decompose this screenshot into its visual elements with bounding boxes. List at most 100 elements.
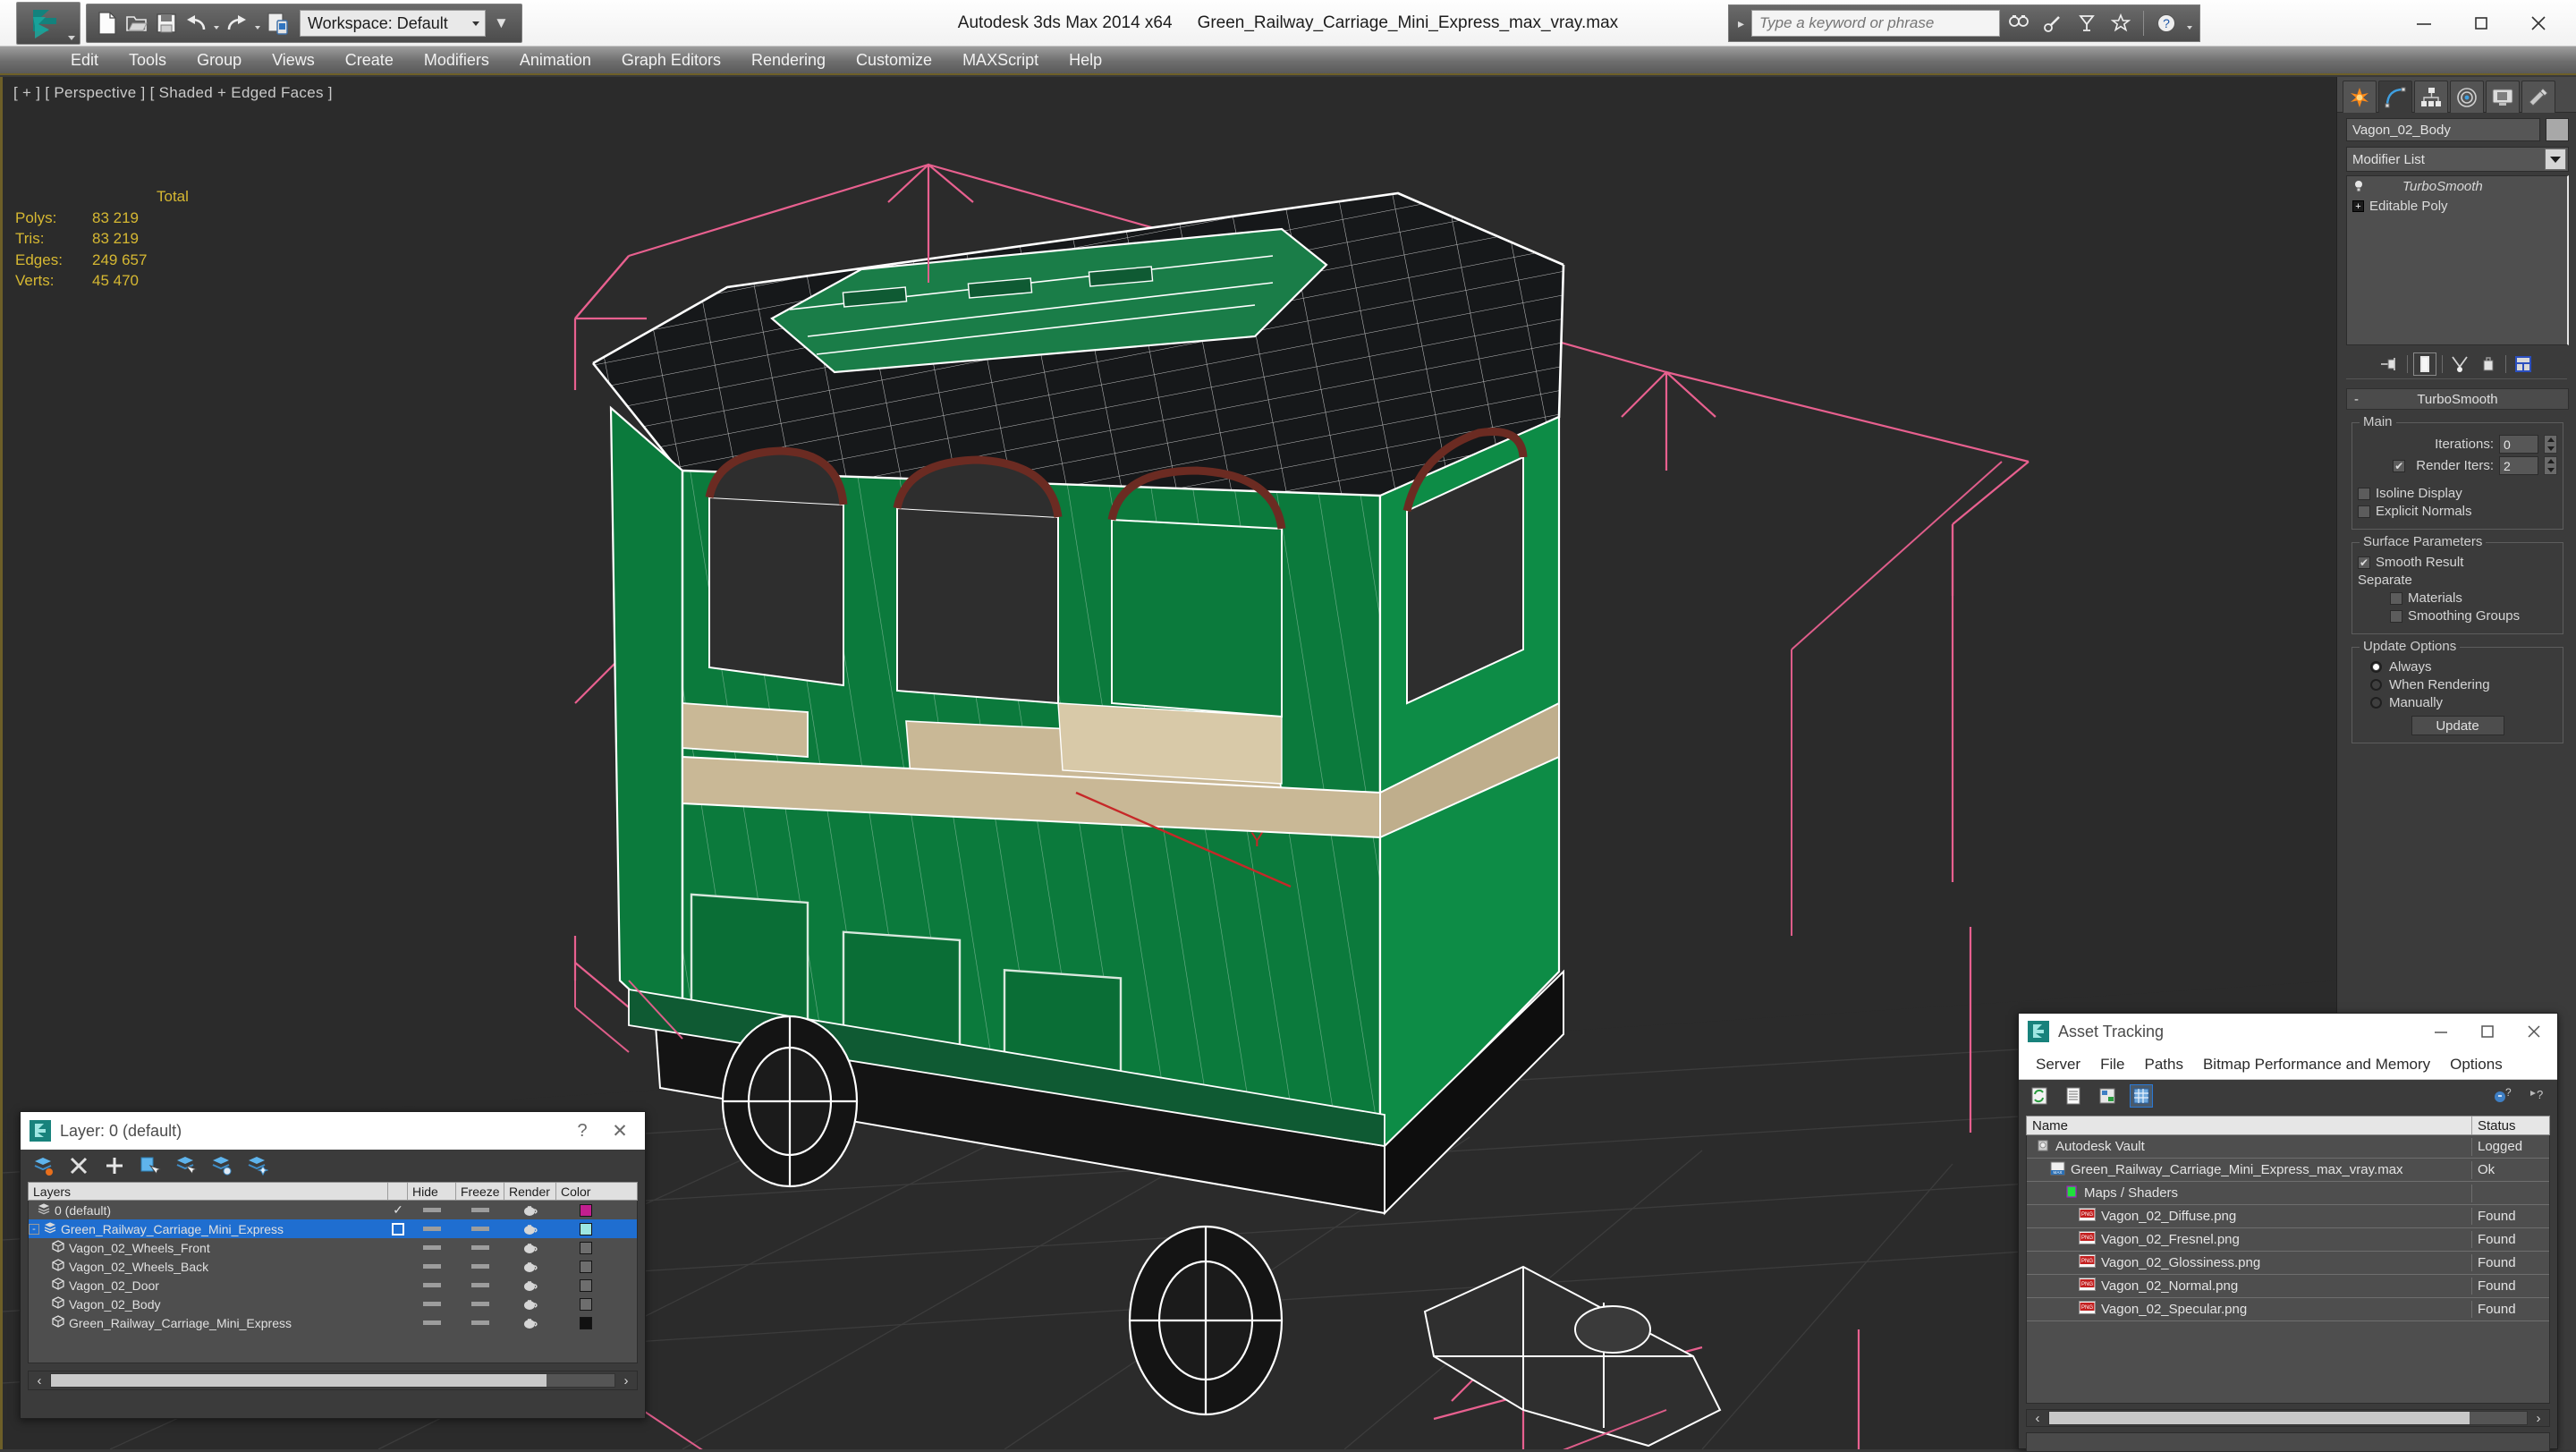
column-header-name[interactable]: Name xyxy=(2027,1117,2472,1134)
table-row[interactable]: Vagon_02_Body xyxy=(29,1295,637,1313)
asset-menu-server[interactable]: Server xyxy=(2026,1056,2090,1074)
lightbulb-icon[interactable] xyxy=(2352,179,2365,193)
column-header-render[interactable]: Render xyxy=(504,1183,556,1200)
table-row[interactable]: Vagon_02_Wheels_Front xyxy=(29,1238,637,1257)
menu-item-graph-editors[interactable]: Graph Editors xyxy=(606,46,736,74)
delete-layer-icon[interactable] xyxy=(67,1154,90,1177)
select-layer-icon[interactable] xyxy=(174,1154,198,1177)
layer-horizontal-scrollbar[interactable]: ‹ › xyxy=(28,1371,638,1390)
layer-color-swatch[interactable] xyxy=(556,1222,615,1235)
table-row[interactable]: PNG Vagon_02_Fresnel.png Found xyxy=(2027,1228,2549,1252)
minimize-button[interactable] xyxy=(2395,0,2453,47)
remove-modifier-icon[interactable] xyxy=(2477,352,2500,376)
application-menu-button[interactable] xyxy=(16,2,80,45)
column-header-status[interactable]: Status xyxy=(2472,1117,2549,1134)
isoline-display-checkbox[interactable] xyxy=(2358,487,2370,500)
render-iters-spinner[interactable] xyxy=(2544,456,2557,475)
menu-item-create[interactable]: Create xyxy=(330,46,409,74)
radio-manually[interactable] xyxy=(2370,697,2382,709)
redo-dropdown-caret-icon[interactable] xyxy=(253,8,262,38)
hide-toggle[interactable] xyxy=(408,1264,456,1269)
active-layer-check[interactable] xyxy=(388,1222,408,1235)
render-toggle[interactable] xyxy=(504,1223,556,1235)
scroll-track[interactable] xyxy=(50,1373,615,1388)
add-selection-to-layer-icon[interactable] xyxy=(103,1154,126,1177)
rollout-header-turbosmooth[interactable]: - TurboSmooth xyxy=(2346,388,2569,410)
asset-horizontal-scrollbar[interactable]: ‹ › xyxy=(2026,1409,2550,1427)
new-file-button[interactable] xyxy=(94,8,121,38)
refresh-icon[interactable] xyxy=(2028,1084,2051,1108)
object-name-field[interactable]: Vagon_02_Body xyxy=(2346,118,2540,141)
show-end-result-icon[interactable] xyxy=(2413,352,2436,376)
help-topic-icon[interactable]: ? xyxy=(2525,1084,2548,1108)
favorites-star-icon[interactable] xyxy=(2106,8,2136,38)
collapse-minus-icon[interactable]: - xyxy=(29,1223,39,1235)
smooth-result-checkbox[interactable] xyxy=(2358,556,2370,569)
table-row[interactable]: MAX Green_Railway_Carriage_Mini_Express_… xyxy=(2027,1159,2549,1182)
asset-maximize-button[interactable] xyxy=(2464,1014,2511,1049)
hide-toggle[interactable] xyxy=(408,1320,456,1325)
freeze-toggle[interactable] xyxy=(456,1208,504,1212)
iterations-field[interactable]: 0 xyxy=(2499,435,2538,454)
render-toggle[interactable] xyxy=(504,1242,556,1254)
scroll-right-icon[interactable]: › xyxy=(615,1373,637,1388)
asset-minimize-button[interactable] xyxy=(2418,1014,2464,1049)
menu-item-customize[interactable]: Customize xyxy=(841,46,947,74)
make-unique-icon[interactable] xyxy=(2448,352,2471,376)
separate-smoothing-groups-checkbox[interactable] xyxy=(2390,609,2402,623)
menu-item-tools[interactable]: Tools xyxy=(114,46,182,74)
workspace-selector[interactable]: Workspace: Default xyxy=(300,10,486,37)
layer-color-swatch[interactable] xyxy=(556,1241,615,1254)
render-iters-field[interactable]: 2 xyxy=(2499,456,2538,475)
explicit-normals-checkbox[interactable] xyxy=(2358,505,2370,518)
freeze-toggle[interactable] xyxy=(456,1264,504,1269)
asset-menu-file[interactable]: File xyxy=(2090,1056,2134,1074)
scroll-left-icon[interactable]: ‹ xyxy=(2027,1411,2048,1426)
table-row[interactable]: Vagon_02_Door xyxy=(29,1276,637,1295)
hide-toggle[interactable] xyxy=(408,1208,456,1212)
infocenter-expand-icon[interactable]: ▸ xyxy=(1734,16,1748,31)
menu-item-edit[interactable]: Edit xyxy=(55,46,114,74)
layer-color-swatch[interactable] xyxy=(556,1260,615,1273)
table-row[interactable]: - Green_Railway_Carriage_Mini_Express xyxy=(29,1219,637,1238)
project-folder-button[interactable] xyxy=(265,8,292,38)
layer-color-swatch[interactable] xyxy=(556,1316,615,1329)
menu-item-help[interactable]: Help xyxy=(1054,46,1117,74)
hide-toggle[interactable] xyxy=(408,1302,456,1306)
layer-settings-icon[interactable] xyxy=(246,1154,269,1177)
asset-menu-bitmap-performance[interactable]: Bitmap Performance and Memory xyxy=(2193,1056,2440,1074)
layer-dialog-close-button[interactable]: ✕ xyxy=(600,1120,640,1142)
table-view-icon[interactable] xyxy=(2130,1084,2153,1108)
render-toggle[interactable] xyxy=(504,1317,556,1329)
communication-center-icon[interactable] xyxy=(2072,8,2102,38)
update-option-when-rendering[interactable]: When Rendering xyxy=(2358,677,2557,692)
create-new-layer-icon[interactable] xyxy=(31,1154,55,1177)
column-header-color[interactable]: Color xyxy=(556,1183,615,1200)
render-toggle[interactable] xyxy=(504,1204,556,1217)
table-row[interactable]: PNG Vagon_02_Diffuse.png Found xyxy=(2027,1205,2549,1228)
column-header-hide[interactable]: Hide xyxy=(408,1183,456,1200)
modifier-stack-item-editable-poly[interactable]: + Editable Poly xyxy=(2347,196,2567,216)
render-toggle[interactable] xyxy=(504,1261,556,1273)
radio-when-rendering[interactable] xyxy=(2370,679,2382,691)
scroll-track[interactable] xyxy=(2048,1411,2528,1425)
freeze-toggle[interactable] xyxy=(456,1227,504,1231)
rollout-collapse-icon[interactable]: - xyxy=(2354,392,2359,407)
scroll-thumb[interactable] xyxy=(2049,1412,2470,1424)
table-row[interactable]: PNG Vagon_02_Normal.png Found xyxy=(2027,1275,2549,1298)
table-row[interactable]: 0 (default) ✓ xyxy=(29,1201,637,1219)
layer-table-body[interactable]: 0 (default) ✓ - Green_Railway_Carriage_M… xyxy=(28,1201,638,1363)
hide-toggle[interactable] xyxy=(408,1283,456,1287)
open-file-button[interactable] xyxy=(123,8,150,38)
help-dropdown-caret-icon[interactable] xyxy=(2185,8,2194,38)
select-objects-in-layer-icon[interactable] xyxy=(139,1154,162,1177)
object-color-swatch[interactable] xyxy=(2546,118,2569,141)
expand-plus-icon[interactable]: + xyxy=(2352,200,2364,212)
asset-tracking-dialog[interactable]: Asset Tracking Server File Paths Bitmap … xyxy=(2018,1013,2558,1452)
table-row[interactable]: PNG Vagon_02_Glossiness.png Found xyxy=(2027,1252,2549,1275)
column-header-layers[interactable]: Layers xyxy=(29,1183,388,1200)
modifier-stack-item-turbosmooth[interactable]: TurboSmooth xyxy=(2347,176,2567,196)
table-row[interactable]: Autodesk Vault Logged xyxy=(2027,1135,2549,1159)
tab-utilities[interactable] xyxy=(2521,81,2555,113)
render-iters-checkbox[interactable] xyxy=(2393,459,2406,472)
